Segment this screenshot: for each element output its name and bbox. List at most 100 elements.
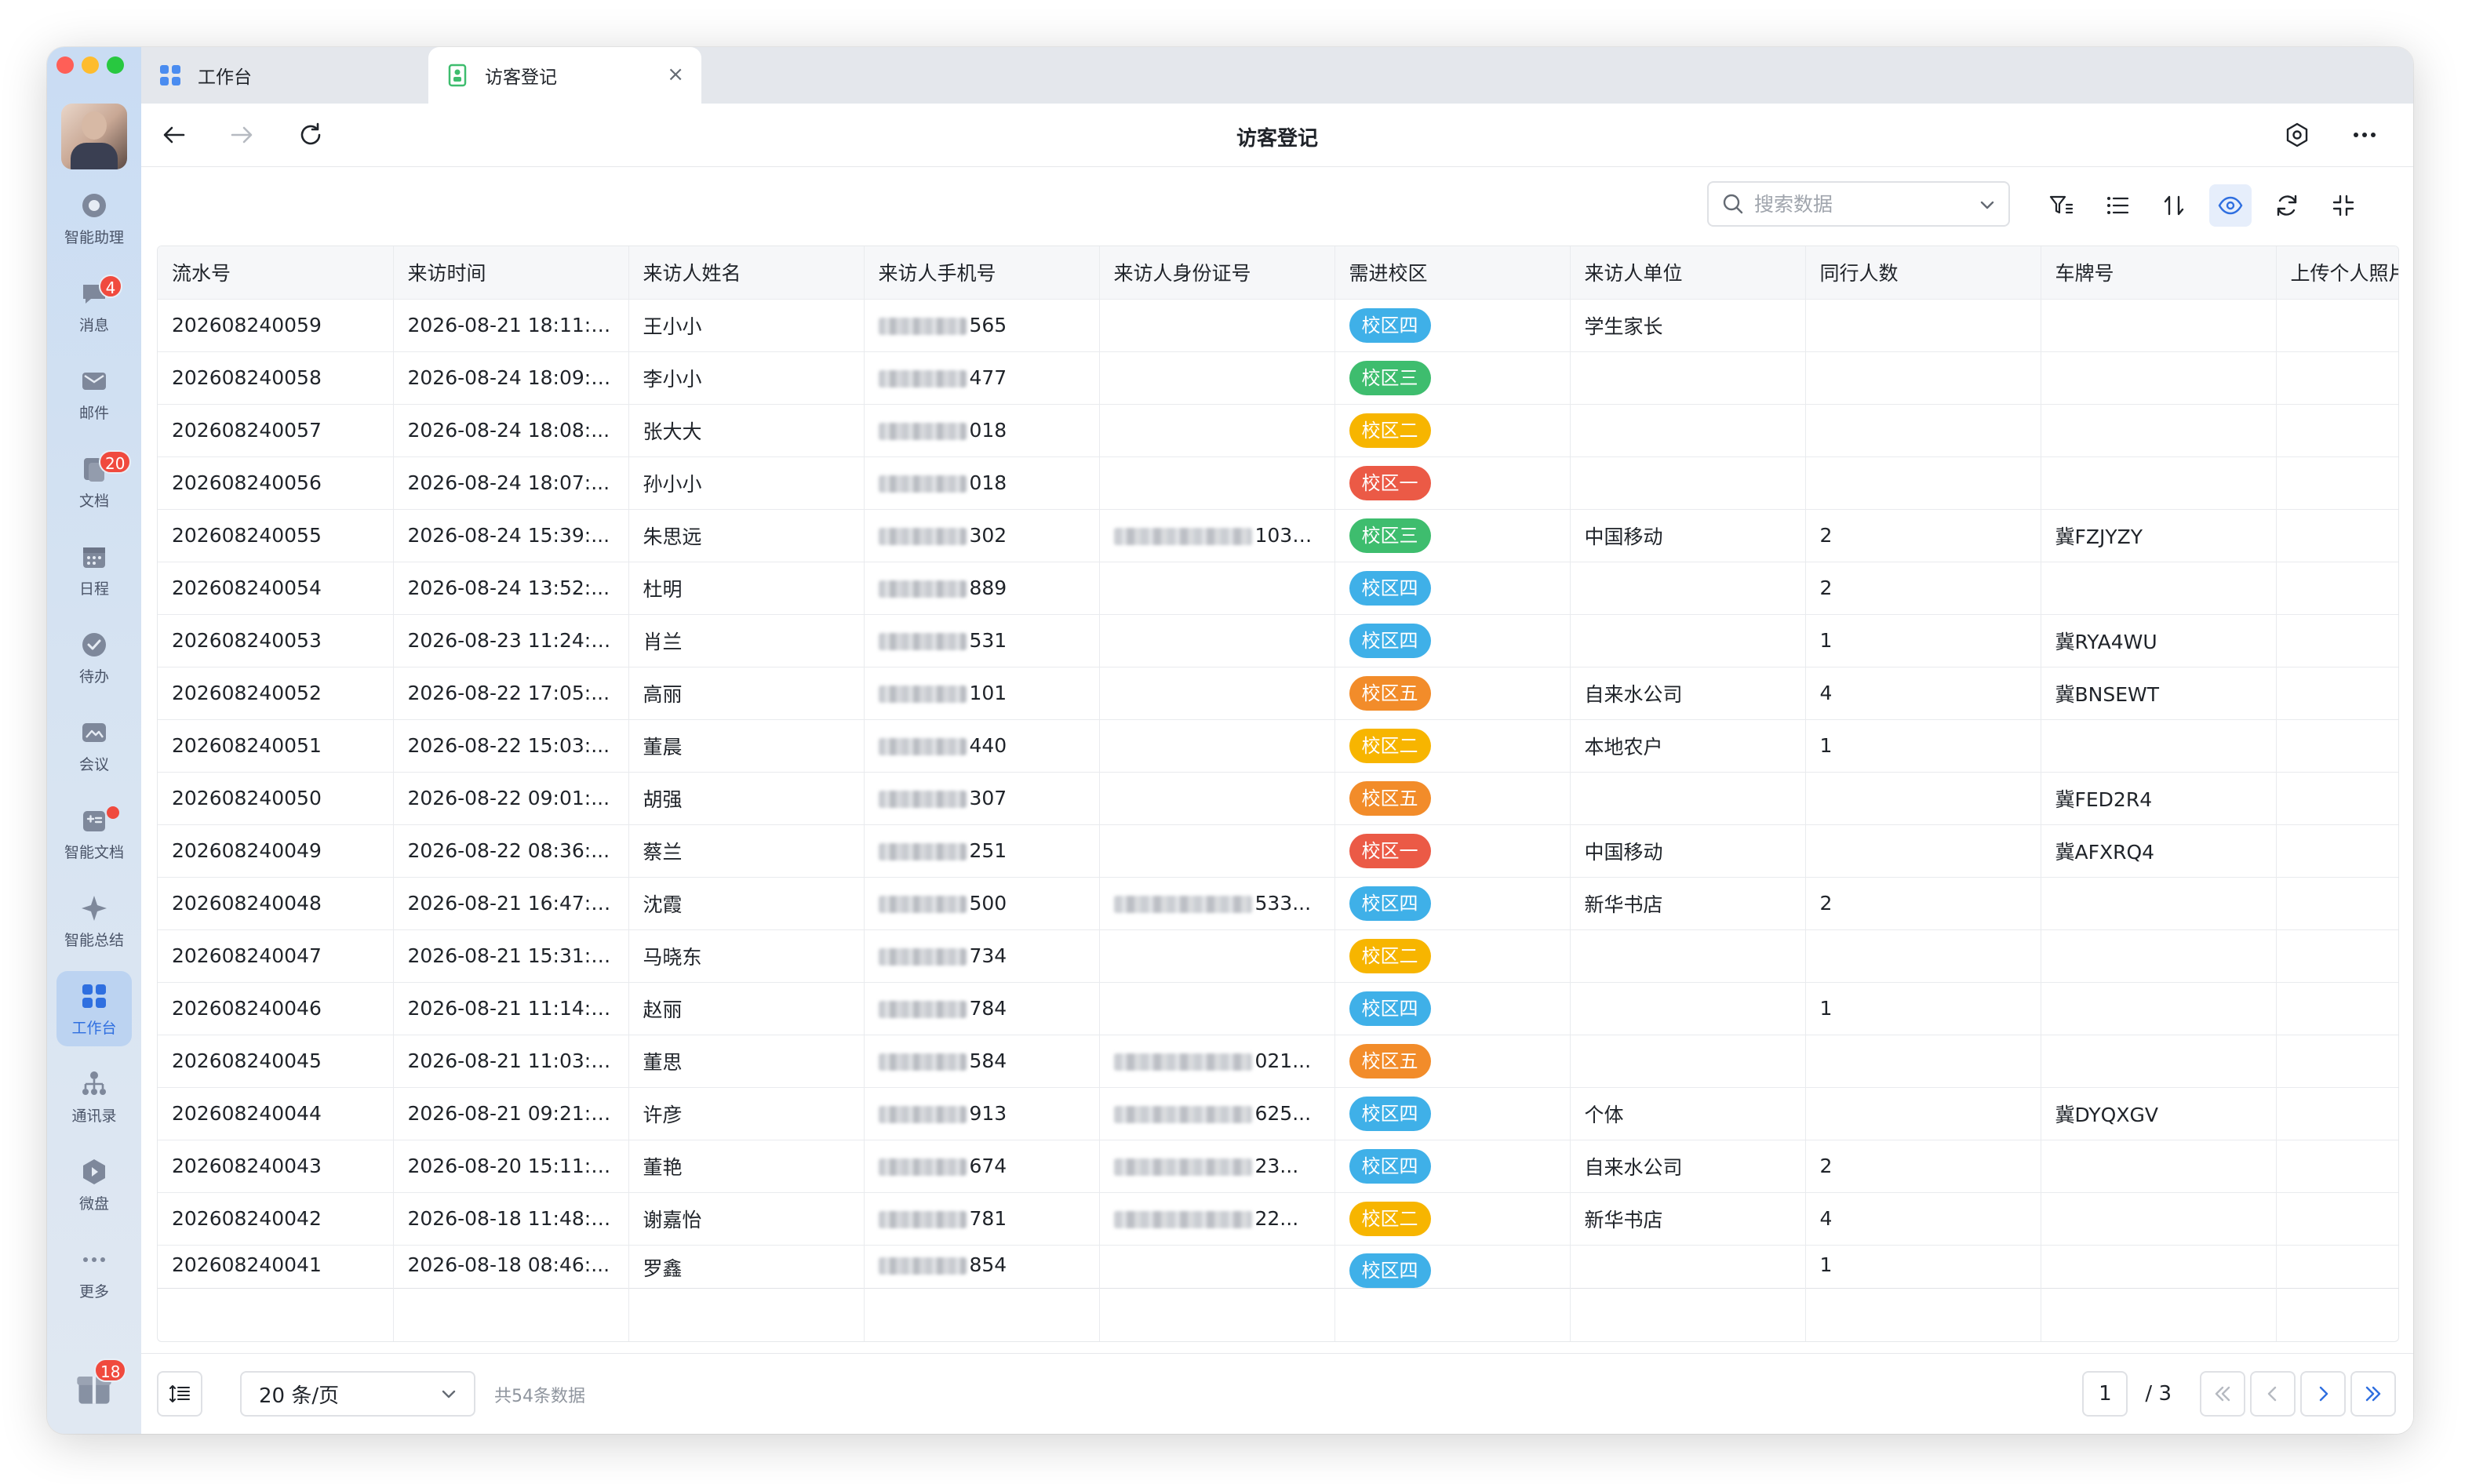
- last-page-button[interactable]: [2350, 1371, 2396, 1417]
- sidebar-item-drive[interactable]: 微盘: [56, 1147, 132, 1222]
- cell-name: 李小小: [628, 351, 865, 405]
- sync-button[interactable]: [2266, 184, 2308, 227]
- minimize-window-button[interactable]: [82, 56, 99, 74]
- filter-button[interactable]: [2040, 184, 2082, 227]
- table-row[interactable]: 202608240045 2026-08-21 11:03:37 董思 584 021.…: [158, 1035, 2398, 1088]
- cell-org: [1570, 456, 1806, 510]
- tab-workbench[interactable]: 工作台: [141, 47, 425, 104]
- cell-org: [1570, 562, 1806, 615]
- sidebar-item-meeting[interactable]: 会议: [56, 707, 132, 783]
- cell-id: 202608240047: [158, 929, 394, 983]
- sidebar-item-more[interactable]: 更多: [56, 1235, 132, 1310]
- close-window-button[interactable]: [56, 56, 74, 74]
- table-row[interactable]: 202608240047 2026-08-21 15:31:09 马晓东 734 校区二: [158, 929, 2398, 983]
- cell-name: 张大大: [628, 404, 865, 457]
- table-row[interactable]: 202608240054 2026-08-24 13:52:... 杜明 889 校区四…: [158, 562, 2398, 615]
- empty-cell: [2276, 1287, 2398, 1341]
- empty-cell: [1570, 1287, 1806, 1341]
- masked-digits: [878, 1158, 967, 1176]
- column-header[interactable]: 同行人数: [1805, 246, 2041, 300]
- page-size-select[interactable]: 20 条/页: [240, 1371, 475, 1417]
- cell-time: 2026-08-24 13:52:...: [393, 562, 629, 615]
- column-header[interactable]: 需进校区: [1334, 246, 1571, 300]
- cell-plate: 冀FZJYZY: [2041, 509, 2277, 562]
- column-header[interactable]: 来访人身份证号: [1099, 246, 1335, 300]
- collapse-button[interactable]: [2322, 184, 2365, 227]
- table-row[interactable]: 202608240049 2026-08-22 08:36:... 蔡兰 251 校区一…: [158, 824, 2398, 878]
- visibility-button[interactable]: [2209, 184, 2252, 227]
- cell-photo: [2276, 982, 2398, 1035]
- visitor-icon: [448, 64, 467, 87]
- cell-name: 朱思远: [628, 509, 865, 562]
- cell-time: 2026-08-21 18:11:04: [393, 299, 629, 352]
- assistant-icon: [82, 193, 106, 217]
- column-header[interactable]: 车牌号: [2041, 246, 2277, 300]
- table-row[interactable]: 202608240059 2026-08-21 18:11:04 王小小 565 校区四…: [158, 299, 2398, 352]
- table-row[interactable]: 202608240057 2026-08-24 18:08:... 张大大 018 校区…: [158, 404, 2398, 457]
- sidebar-item-document[interactable]: 文档 20: [56, 444, 132, 519]
- cell-photo: [2276, 1245, 2398, 1288]
- search-input[interactable]: [1753, 191, 1968, 216]
- sidebar-item-todo[interactable]: 待办: [56, 620, 132, 695]
- cell-plate: [2041, 1140, 2277, 1193]
- sidebar-item-assistant[interactable]: 智能助理: [56, 180, 132, 256]
- table-row[interactable]: 202608240042 2026-08-18 11:48:33 谢嘉怡 781 22.…: [158, 1192, 2398, 1246]
- cell-name: 罗鑫: [628, 1245, 865, 1288]
- avatar[interactable]: [61, 104, 127, 169]
- cell-name: 高丽: [628, 667, 865, 720]
- sort-button[interactable]: [2153, 184, 2195, 227]
- sidebar-item-contacts[interactable]: 通讯录: [56, 1059, 132, 1134]
- table-row[interactable]: 202608240046 2026-08-21 11:14:45 赵丽 784 校区四 1: [158, 982, 2398, 1035]
- gift-icon[interactable]: 18: [74, 1359, 127, 1407]
- close-tab-icon[interactable]: ×: [667, 64, 684, 85]
- table-row[interactable]: 202608240056 2026-08-24 18:07:... 孙小小 018 校区…: [158, 456, 2398, 510]
- cell-campus: 校区四: [1334, 982, 1571, 1035]
- column-header[interactable]: 上传个人照片: [2276, 246, 2398, 300]
- table-row[interactable]: 202608240048 2026-08-21 16:47:14 沈霞 500 533.…: [158, 877, 2398, 930]
- column-header[interactable]: 来访人单位: [1570, 246, 1806, 300]
- sidebar-item-calendar[interactable]: 日程: [56, 532, 132, 607]
- list-settings-button[interactable]: [2096, 184, 2139, 227]
- tab-visitor[interactable]: 访客登记 ×: [428, 47, 701, 104]
- table-row[interactable]: 202608240043 2026-08-20 15:11:35 董艳 674 23..…: [158, 1140, 2398, 1193]
- sidebar-item-workbench[interactable]: 工作台: [56, 971, 132, 1046]
- more-button[interactable]: [2347, 118, 2382, 152]
- settings-button[interactable]: [2280, 118, 2314, 152]
- empty-cell: [2041, 1287, 2277, 1341]
- total-count: 共54条数据: [494, 1387, 585, 1406]
- table-row[interactable]: 202608240050 2026-08-22 09:01:... 胡强 307 校区五…: [158, 772, 2398, 825]
- search-box[interactable]: [1707, 181, 2010, 227]
- table-row[interactable]: 202608240041 2026-08-18 08:46:... 罗鑫 854 校区四…: [158, 1245, 2398, 1288]
- next-page-button[interactable]: [2300, 1371, 2346, 1417]
- column-header[interactable]: 流水号: [158, 246, 394, 300]
- column-header[interactable]: 来访人姓名: [628, 246, 865, 300]
- sidebar-item-label: 待办: [78, 667, 109, 686]
- prev-page-button[interactable]: [2250, 1371, 2296, 1417]
- sidebar-item-label: 消息: [78, 316, 109, 334]
- cell-photo: [2276, 351, 2398, 405]
- sidebar-item-message[interactable]: 消息 4: [56, 268, 132, 344]
- cell-photo: [2276, 772, 2398, 825]
- table-row[interactable]: 202608240044 2026-08-21 09:21:53 许彦 913 625.…: [158, 1087, 2398, 1140]
- sidebar-item-mail[interactable]: 邮件: [56, 356, 132, 431]
- column-header[interactable]: 来访人手机号: [864, 246, 1100, 300]
- cell-org: 自来水公司: [1570, 667, 1806, 720]
- table-row[interactable]: 202608240052 2026-08-22 17:05:... 高丽 101 校区五…: [158, 667, 2398, 720]
- page-number-input[interactable]: 1: [2082, 1371, 2128, 1417]
- column-header[interactable]: 来访时间: [393, 246, 629, 300]
- row-density-button[interactable]: [157, 1371, 202, 1417]
- table-row[interactable]: 202608240055 2026-08-24 15:39:... 朱思远 302 10…: [158, 509, 2398, 562]
- maximize-window-button[interactable]: [107, 56, 124, 74]
- cell-time: 2026-08-24 18:09:31: [393, 351, 629, 405]
- table-row[interactable]: 202608240058 2026-08-24 18:09:31 李小小 477 校区三: [158, 351, 2398, 405]
- cell-count: 2: [1805, 1140, 2041, 1193]
- sidebar-item-smart-doc[interactable]: 智能文档: [56, 795, 132, 871]
- gift-badge: 18: [94, 1359, 127, 1382]
- chevron-down-icon[interactable]: [1977, 195, 1997, 216]
- cell-phone: 913: [864, 1087, 1100, 1140]
- sidebar-item-sparkle[interactable]: 智能总结: [56, 883, 132, 958]
- table-row[interactable]: 202608240051 2026-08-22 15:03:... 董晨 440 校区二…: [158, 719, 2398, 773]
- table-row[interactable]: 202608240053 2026-08-23 11:24:35 肖兰 531 校区四 1…: [158, 614, 2398, 667]
- first-page-button[interactable]: [2200, 1371, 2245, 1417]
- cell-plate: [2041, 404, 2277, 457]
